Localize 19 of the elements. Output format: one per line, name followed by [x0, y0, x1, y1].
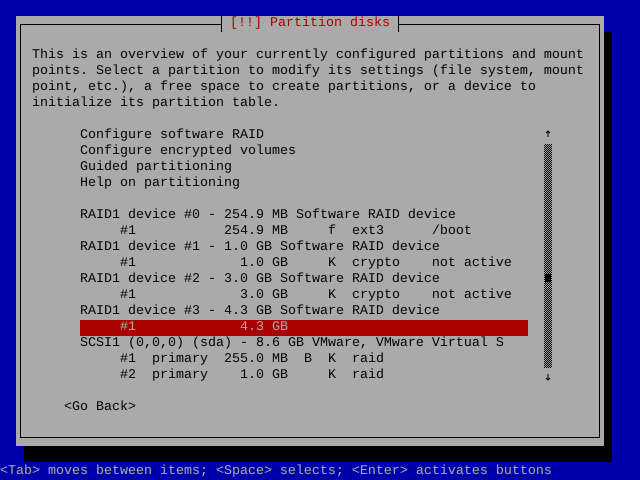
description-text: This is an overview of your currently configured partitions and mount points. Select a partition to modify its settings (file system, mount point, etc.), a free space to create partitions, or a device to initialize its partition table. — [32, 48, 585, 112]
go-back-button[interactable]: <Go Back> — [64, 400, 136, 416]
menu-item[interactable]: RAID1 device #2 - 3.0 GB Software RAID device — [80, 272, 528, 288]
menu-item[interactable]: SCSI1 (0,0,0) (sda) - 8.6 GB VMware, VMware Virtual S — [80, 336, 528, 352]
status-bar-text: <Tab> moves between items; <Space> selects; <Enter> activates buttons — [0, 464, 553, 480]
menu-item[interactable]: RAID1 device #1 - 1.0 GB Software RAID device — [80, 240, 528, 256]
partition-item[interactable]: #1 1.0 GB K crypto not active — [80, 256, 528, 272]
menu-item[interactable]: Guided partitioning — [80, 160, 528, 176]
menu-item[interactable]: Configure software RAID — [80, 128, 528, 144]
menu-item[interactable]: RAID1 device #3 - 4.3 GB Software RAID device — [80, 304, 528, 320]
menu-item[interactable]: RAID1 device #0 - 254.9 MB Software RAID device — [80, 208, 528, 224]
menu-item[interactable]: Help on partitioning — [80, 176, 528, 192]
menu-item[interactable]: Configure encrypted volumes — [80, 144, 528, 160]
dialog-title: [!!] Partition disks — [221, 16, 399, 32]
partition-item[interactable]: #1 primary 255.0 MB B K raid — [80, 352, 528, 368]
partition-item[interactable]: #2 primary 1.0 GB K raid — [80, 368, 528, 384]
scroll-thumb[interactable] — [545, 274, 551, 282]
partition-item[interactable]: #1 3.0 GB K crypto not active — [80, 288, 528, 304]
partition-item[interactable]: #1 254.9 MB f ext3 /boot — [80, 224, 528, 240]
